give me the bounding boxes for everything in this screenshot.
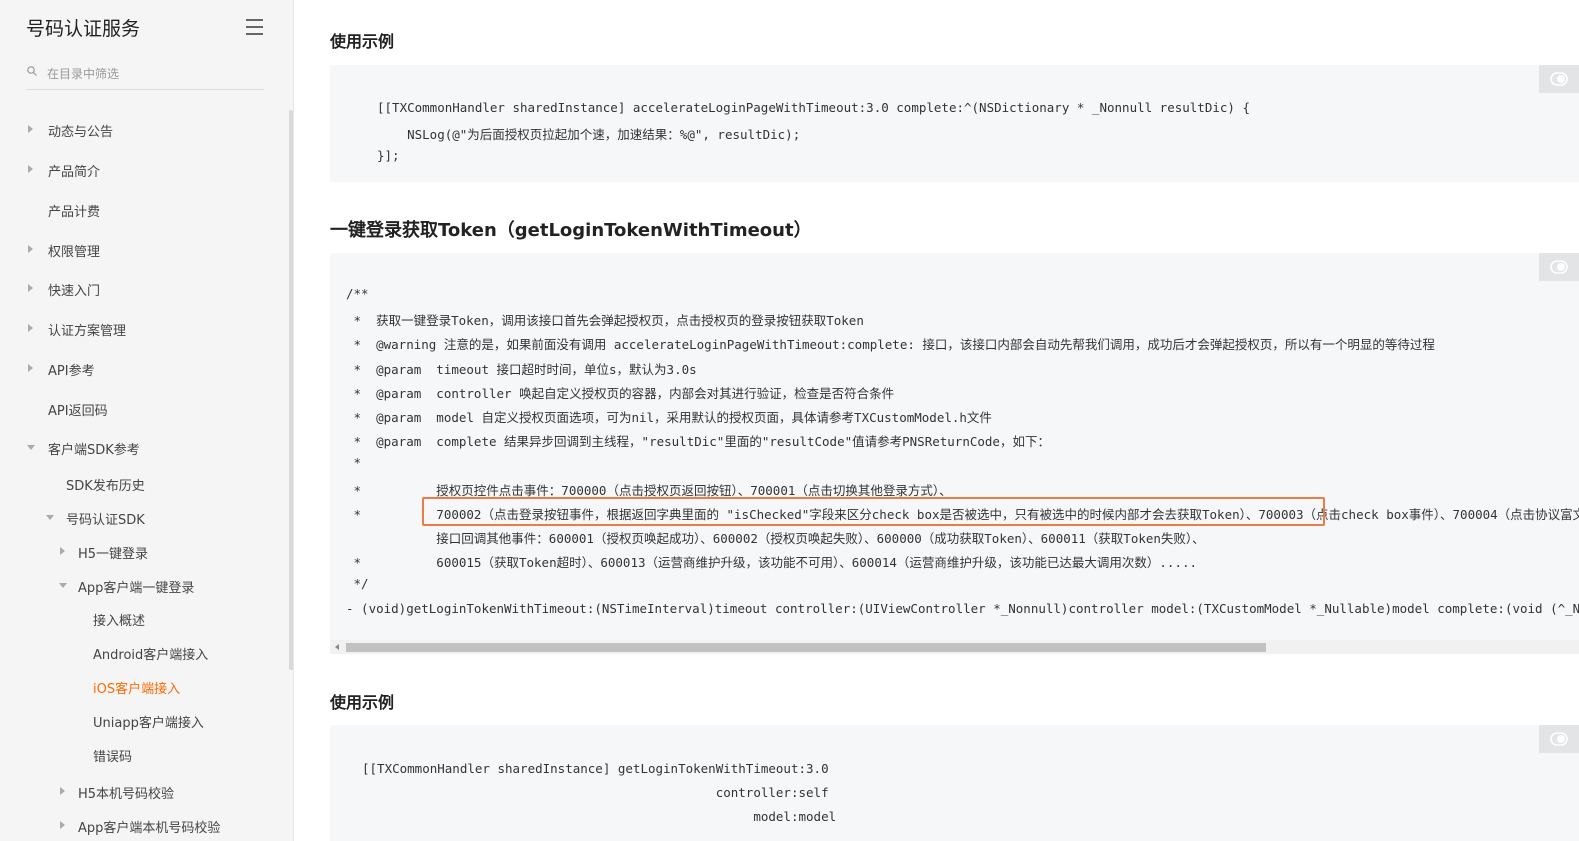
copy-button[interactable] bbox=[1539, 725, 1579, 753]
copy-button[interactable] bbox=[1539, 253, 1579, 281]
horizontal-scrollbar-thumb[interactable] bbox=[346, 643, 1266, 652]
sidebar-item-label: Uniapp客户端接入 bbox=[93, 716, 204, 731]
code-block-2: /** * 获取一键登录Token，调用该接口首先会弹起授权页，点击授权页的登录… bbox=[330, 253, 1579, 654]
code-line: model:model bbox=[362, 809, 837, 824]
scroll-left-arrow-icon[interactable] bbox=[335, 644, 339, 650]
code-line: controller:self bbox=[362, 785, 829, 800]
sidebar-item-label: 号码认证SDK bbox=[66, 513, 145, 528]
chevron-down-icon[interactable] bbox=[59, 583, 67, 588]
sidebar-item-label: Android客户端接入 bbox=[93, 648, 209, 663]
code-line: * @param complete 结果异步回调到主线程，"resultDic"… bbox=[346, 434, 1050, 449]
copy-toggle-icon bbox=[1550, 732, 1568, 746]
sidebar-search-input[interactable]: 在目录中筛选 bbox=[26, 62, 264, 90]
code-line: [[TXCommonHandler sharedInstance] getLog… bbox=[362, 761, 829, 776]
code-line: }]; bbox=[377, 148, 400, 163]
chevron-down-icon[interactable] bbox=[27, 445, 35, 450]
code-line: * @param model 自定义授权页面选项，可为nil，采用默认的授权页面… bbox=[346, 410, 992, 425]
chevron-right-icon[interactable] bbox=[28, 364, 33, 372]
horizontal-scrollbar[interactable] bbox=[330, 640, 1579, 654]
chevron-right-icon[interactable] bbox=[28, 284, 33, 292]
sidebar-item-label: 产品计费 bbox=[48, 205, 101, 220]
heading-example-1: 使用示例 bbox=[330, 32, 395, 51]
sidebar-item-label: API返回码 bbox=[48, 404, 108, 419]
sidebar-item-label: 动态与公告 bbox=[48, 125, 114, 140]
sidebar-scrollbar[interactable] bbox=[289, 110, 293, 670]
search-placeholder: 在目录中筛选 bbox=[47, 67, 120, 81]
code-line: NSLog(@"为后面授权页拉起加个速，加速结果：%@", resultDic)… bbox=[377, 127, 801, 142]
code-line: * bbox=[346, 455, 362, 470]
copy-button[interactable] bbox=[1539, 65, 1579, 93]
chevron-right-icon[interactable] bbox=[28, 165, 33, 173]
code-line: * 600015（获取Token超时）、600013（运营商维护升级，该功能不可… bbox=[346, 555, 1198, 570]
sidebar-item-label: 权限管理 bbox=[48, 245, 101, 260]
sidebar-item-label: H5本机号码校验 bbox=[78, 787, 175, 802]
sidebar-item-label: 快速入门 bbox=[48, 284, 101, 299]
code-line: * @warning 注意的是，如果前面没有调用 accelerateLogin… bbox=[346, 337, 1435, 352]
sidebar-item-label: 错误码 bbox=[93, 750, 133, 765]
code-line: * @param timeout 接口超时时间，单位s，默认为3.0s bbox=[346, 362, 697, 377]
code-line: - (void)getLoginTokenWithTimeout:(NSTime… bbox=[346, 601, 1579, 616]
chevron-right-icon[interactable] bbox=[60, 547, 65, 555]
hamburger-icon[interactable] bbox=[246, 19, 263, 35]
sidebar-item-label: App客户端本机号码校验 bbox=[78, 821, 221, 836]
copy-toggle-icon bbox=[1550, 72, 1568, 86]
chevron-down-icon[interactable] bbox=[46, 515, 54, 520]
chevron-right-icon[interactable] bbox=[28, 324, 33, 332]
sidebar-item-label: SDK发布历史 bbox=[66, 479, 145, 494]
section-heading: 一键登录获取Token（getLoginTokenWithTimeout） bbox=[330, 220, 812, 241]
sidebar-item-label: 接入概述 bbox=[93, 614, 146, 629]
chevron-right-icon[interactable] bbox=[28, 125, 33, 133]
sidebar: 号码认证服务 在目录中筛选 动态与公告产品简介产品计费权限管理快速入门认证方案管… bbox=[0, 0, 294, 841]
chevron-right-icon[interactable] bbox=[60, 821, 65, 829]
search-icon bbox=[27, 66, 37, 76]
sidebar-title: 号码认证服务 bbox=[26, 18, 141, 40]
chevron-right-icon[interactable] bbox=[60, 787, 65, 795]
sidebar-item-label: App客户端一键登录 bbox=[78, 581, 195, 596]
main-content: 使用示例 [[TXCommonHandler sharedInstance] a… bbox=[294, 0, 1579, 841]
sidebar-item-label: 客户端SDK参考 bbox=[48, 443, 140, 458]
code-block-3: [[TXCommonHandler sharedInstance] getLog… bbox=[330, 725, 1579, 841]
code-line: * @param controller 唤起自定义授权页的容器，内部会对其进行验… bbox=[346, 386, 895, 401]
code-line: */ bbox=[346, 576, 369, 591]
sidebar-item-label: iOS客户端接入 bbox=[93, 682, 181, 697]
sidebar-item-label: 认证方案管理 bbox=[48, 324, 127, 339]
chevron-right-icon[interactable] bbox=[28, 245, 33, 253]
code-line: [[TXCommonHandler sharedInstance] accele… bbox=[377, 100, 1250, 115]
code-line: * 获取一键登录Token，调用该接口首先会弹起授权页，点击授权页的登录按钮获取… bbox=[346, 313, 864, 328]
highlight-box bbox=[422, 497, 1325, 526]
code-line: 接口回调其他事件：600001（授权页唤起成功）、600002（授权页唤起失败）… bbox=[346, 531, 1205, 546]
sidebar-item-label: API参考 bbox=[48, 364, 95, 379]
code-block-1: [[TXCommonHandler sharedInstance] accele… bbox=[330, 65, 1579, 182]
heading-example-2: 使用示例 bbox=[330, 693, 395, 712]
sidebar-item-label: H5一键登录 bbox=[78, 547, 149, 562]
sidebar-item-label: 产品简介 bbox=[48, 165, 101, 180]
copy-toggle-icon bbox=[1550, 260, 1568, 274]
code-line: /** bbox=[346, 286, 369, 301]
